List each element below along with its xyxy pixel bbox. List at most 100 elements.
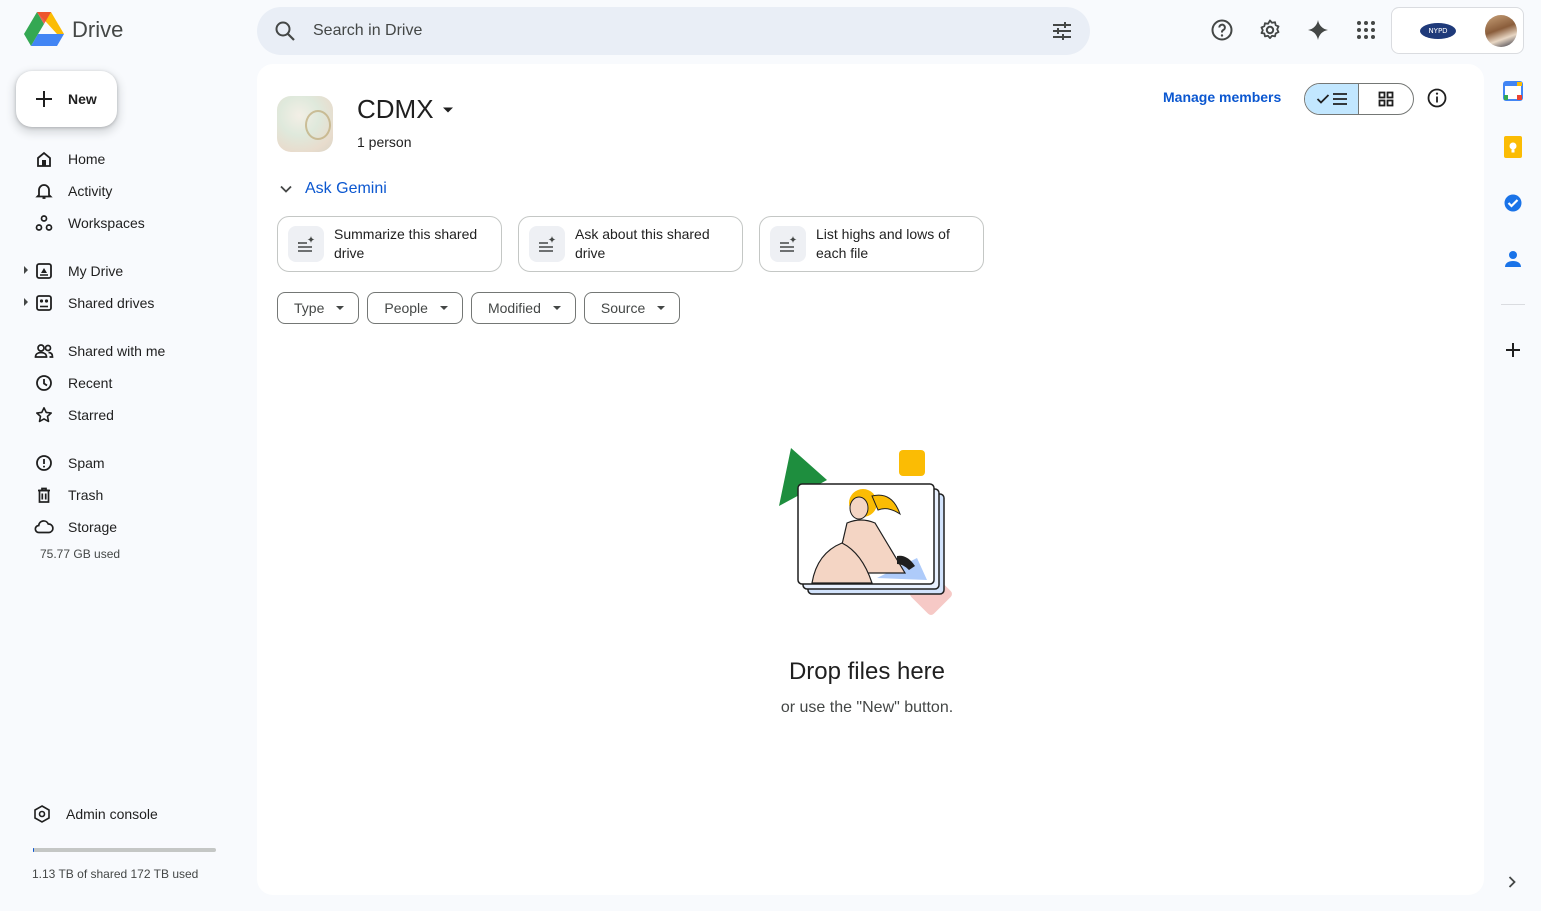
contacts-icon[interactable] — [1494, 240, 1532, 278]
gear-icon[interactable] — [1248, 8, 1292, 52]
search-icon[interactable] — [273, 19, 297, 48]
empty-state-title: Drop files here — [788, 658, 946, 685]
sidebar-item-shared-drives[interactable]: Shared drives — [0, 287, 250, 319]
ask-gemini-toggle[interactable]: Ask Gemini — [279, 180, 387, 198]
shared-drive-thumbnail — [277, 96, 333, 152]
sidebar-item-my-drive[interactable]: My Drive — [0, 255, 250, 287]
sidebar-item-label: Shared drives — [68, 295, 155, 311]
storage-quota-bar — [33, 848, 216, 852]
new-button-label: New — [68, 91, 97, 107]
filter-label: Modified — [487, 300, 541, 316]
sidebar-item-label: Trash — [68, 487, 104, 503]
gemini-chip-ask-about[interactable]: Ask about this shared drive — [518, 216, 743, 272]
search-input[interactable] — [313, 7, 1013, 55]
expand-caret-icon[interactable] — [24, 298, 28, 306]
sparkle-list-icon — [529, 226, 565, 262]
workspaces-icon — [34, 213, 54, 233]
list-view-button[interactable] — [1305, 84, 1360, 114]
avatar[interactable] — [1485, 14, 1517, 47]
sidebar-item-recent[interactable]: Recent — [0, 367, 250, 399]
dropdown-arrow-icon — [439, 306, 448, 310]
empty-state-illustration — [779, 448, 952, 615]
ask-gemini-label: Ask Gemini — [305, 180, 387, 197]
chip-line-2: drive — [334, 245, 365, 261]
sidebar-item-label: Workspaces — [68, 215, 145, 231]
sidebar-item-label: Shared with me — [68, 343, 166, 359]
dropdown-arrow-icon — [657, 306, 666, 310]
sidebar-item-workspaces[interactable]: Workspaces — [0, 207, 250, 239]
admin-console-link[interactable]: Admin console — [32, 800, 158, 828]
expand-caret-icon[interactable] — [24, 266, 28, 274]
page-title: CDMX — [357, 94, 434, 124]
clock-icon — [34, 373, 54, 393]
sidebar-item-trash[interactable]: Trash — [0, 479, 250, 511]
shared-drive-title-menu[interactable]: CDMX — [357, 94, 454, 125]
chevron-down-icon — [280, 185, 292, 193]
keep-icon[interactable] — [1494, 128, 1532, 166]
sidebar-item-label: Activity — [68, 183, 113, 199]
sparkle-list-icon — [288, 226, 324, 262]
organization-logo: NYPD — [1420, 22, 1456, 39]
filter-label: People — [384, 300, 428, 316]
account-switcher[interactable]: NYPD — [1391, 7, 1524, 54]
sidebar-item-starred[interactable]: Starred — [0, 399, 250, 431]
filter-source[interactable]: Source — [583, 292, 681, 324]
member-count: 1 person — [357, 134, 412, 150]
gemini-chip-highs-lows[interactable]: List highs and lows of each file — [759, 216, 984, 272]
sidebar-item-home[interactable]: Home — [0, 143, 250, 175]
chip-line-1: Summarize this shared — [334, 226, 478, 242]
help-icon[interactable] — [1200, 8, 1244, 52]
sidebar-item-label: Storage — [68, 519, 118, 535]
chevron-right-icon[interactable] — [1502, 872, 1522, 897]
filter-label: Type — [294, 300, 325, 316]
admin-console-icon — [34, 805, 50, 823]
dropdown-arrow-icon — [552, 306, 561, 310]
sparkle-list-icon — [770, 226, 806, 262]
tasks-icon[interactable] — [1494, 184, 1532, 222]
plus-icon — [36, 91, 52, 107]
storage-used-text: 75.77 GB used — [40, 547, 121, 561]
gemini-suggestion-chips: Summarize this shared drive Ask about thi… — [277, 216, 984, 272]
search-options-icon[interactable] — [1050, 19, 1074, 48]
chip-line-2: drive — [575, 245, 606, 261]
star-icon — [34, 405, 54, 425]
spam-icon — [34, 453, 54, 473]
home-icon — [34, 149, 54, 169]
filter-people[interactable]: People — [367, 292, 463, 324]
storage-quota-text: 1.13 TB of shared 172 TB used — [32, 867, 199, 881]
shared-drives-icon — [34, 293, 54, 313]
empty-state-subtitle: or use the "New" button. — [780, 699, 954, 716]
grid-view-button[interactable] — [1359, 84, 1413, 114]
drive-logo[interactable]: Drive — [24, 12, 123, 48]
gemini-chip-summarize[interactable]: Summarize this shared drive — [277, 216, 502, 272]
dropdown-arrow-icon — [336, 306, 345, 310]
info-icon[interactable] — [1425, 86, 1449, 115]
search-bar[interactable] — [257, 7, 1090, 55]
filter-label: Source — [600, 300, 646, 316]
chip-line-2: each file — [816, 245, 869, 261]
manage-members-button[interactable]: Manage members — [1163, 89, 1281, 105]
sidebar-item-storage[interactable]: Storage — [0, 511, 250, 543]
sidebar-item-label: Starred — [68, 407, 114, 423]
sidebar-item-spam[interactable]: Spam — [0, 447, 250, 479]
filter-type[interactable]: Type — [277, 292, 360, 324]
apps-grid-icon[interactable] — [1344, 8, 1388, 52]
sidebar-item-label: Home — [68, 151, 106, 167]
sidebar-item-label: Spam — [68, 455, 105, 471]
chip-line-1: List highs and lows of — [816, 226, 950, 242]
check-icon — [1316, 94, 1329, 104]
new-button[interactable]: New — [16, 71, 117, 127]
cloud-icon — [34, 517, 54, 537]
add-addon-icon[interactable] — [1494, 331, 1532, 369]
gemini-sparkle-icon[interactable] — [1296, 8, 1340, 52]
filter-modified[interactable]: Modified — [470, 292, 576, 324]
view-toggle — [1304, 83, 1414, 115]
sidebar-item-activity[interactable]: Activity — [0, 175, 250, 207]
sidebar-item-shared-with-me[interactable]: Shared with me — [0, 335, 250, 367]
chip-line-1: Ask about this shared — [575, 226, 710, 242]
calendar-icon[interactable] — [1494, 72, 1532, 110]
list-view-icon — [1332, 93, 1347, 105]
storage-quota-fill — [33, 848, 35, 852]
filter-bar: Type People Modified Source — [277, 292, 681, 324]
side-panel-rail — [1494, 72, 1532, 369]
